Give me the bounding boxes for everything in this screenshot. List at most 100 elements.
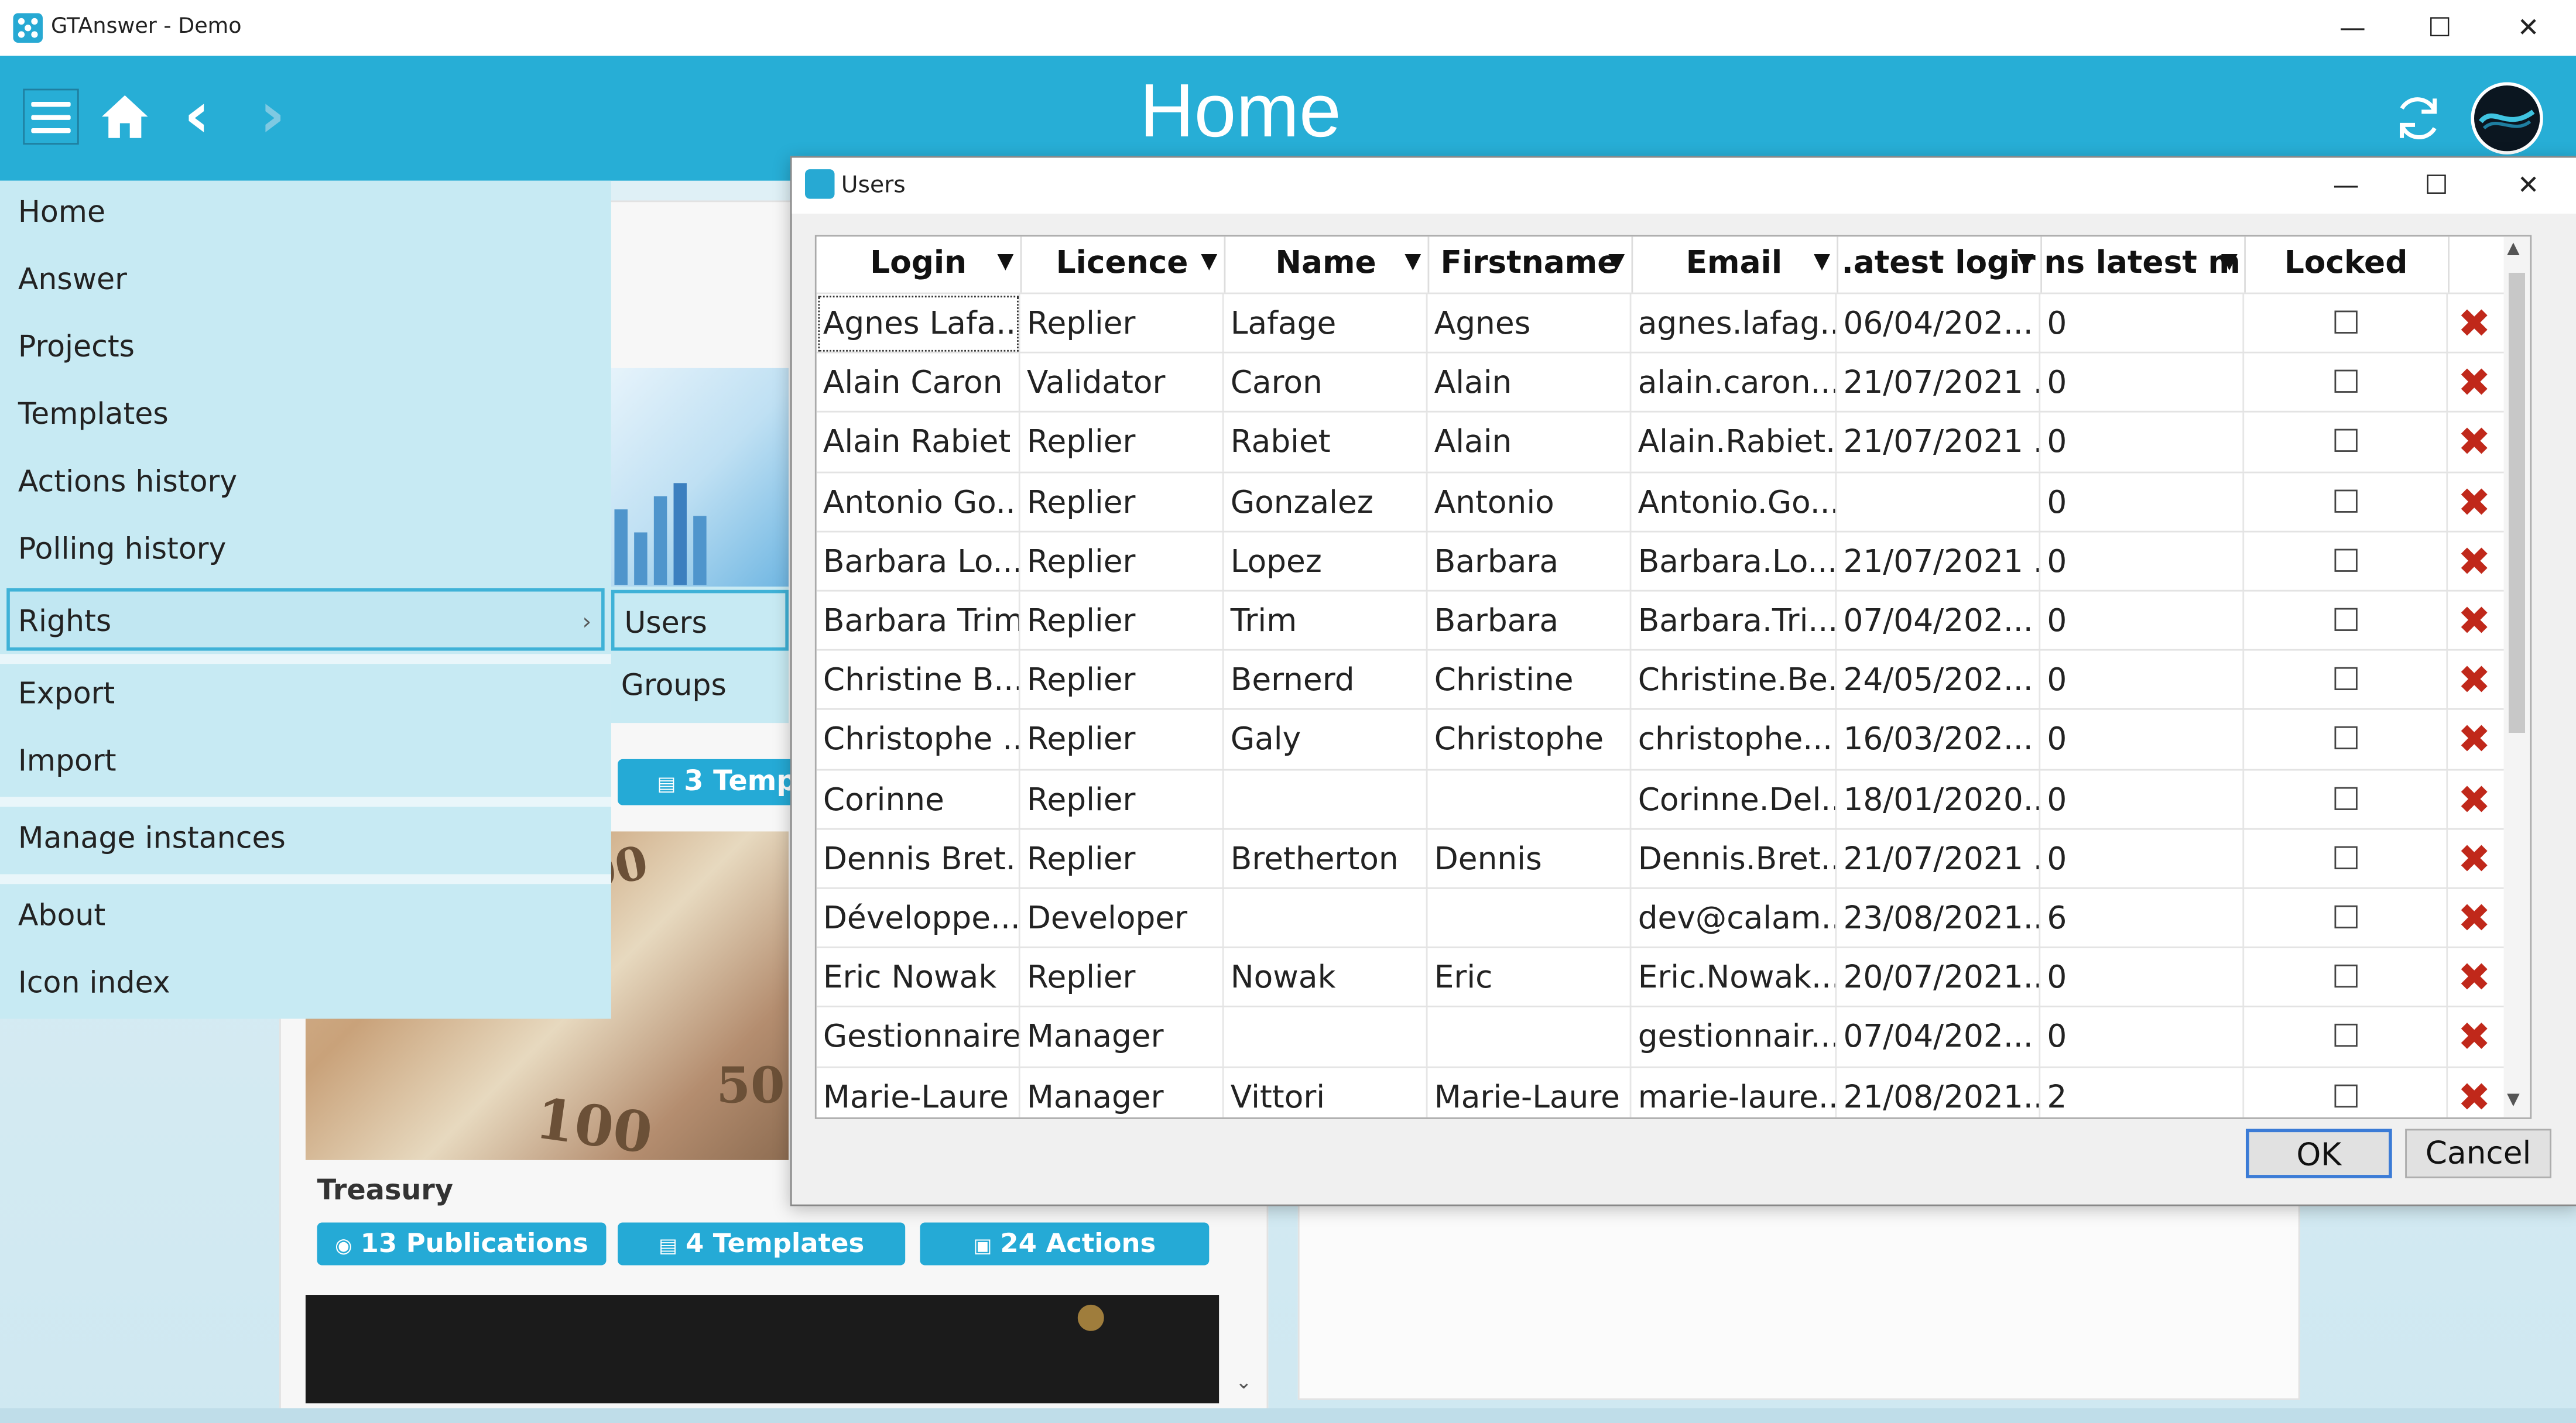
menu-item-answer[interactable]: Answer [0,250,611,313]
locked-checkbox[interactable] [2334,667,2358,691]
delete-user-icon[interactable]: ✖ [2458,1013,2491,1062]
menu-item-actions-history[interactable]: Actions history [0,452,611,515]
delete-user-icon[interactable]: ✖ [2458,1072,2491,1117]
table-row[interactable]: Christine B... Replier Bernerd Christine Chr… [816,649,2506,711]
table-row[interactable]: Barbara Trim Replier Trim Barbara Barbara.Tr… [816,589,2506,651]
minimize-button[interactable]: — [2317,6,2389,49]
refresh-icon[interactable] [2392,92,2445,145]
column-header-latest-login[interactable]: .atest logir ▼ [1837,236,2043,293]
cancel-button[interactable]: Cancel [2405,1129,2551,1178]
delete-user-icon[interactable]: ✖ [2458,478,2491,527]
dialog-maximize-button[interactable]: ☐ [2400,163,2472,209]
menu-item-import[interactable]: Import [0,731,611,794]
menu-item-home[interactable]: Home [0,183,611,245]
table-row[interactable]: Corinne Replier Corinne.Del... 18/01/2020..… [816,768,2506,829]
cell-latest-login: 21/07/2021 ... [1837,532,2041,592]
ok-button[interactable]: OK [2245,1129,2392,1178]
close-button[interactable]: ✕ [2492,6,2564,49]
menu-item-manage-instances[interactable]: Manage instances [0,808,611,871]
delete-user-icon[interactable]: ✖ [2458,954,2491,1003]
delete-user-icon[interactable]: ✖ [2458,834,2491,883]
dialog-close-button[interactable]: ✕ [2492,163,2564,209]
menu-item-rights[interactable]: Rights › [6,588,605,651]
cell-latest-m: 0 [2040,532,2245,592]
table-row[interactable]: Christophe ... Replier Galy Christophe chris… [816,708,2506,770]
publications-pill[interactable]: ◉ 13 Publications [317,1222,607,1266]
filter-dropdown-icon[interactable]: ▼ [2017,236,2034,289]
filter-dropdown-icon[interactable]: ▼ [997,236,1013,289]
table-row[interactable]: Barbara Lo... Replier Lopez Barbara Barbara.… [816,530,2506,592]
column-header-login[interactable]: Login ▼ [817,236,1022,293]
locked-checkbox[interactable] [2334,786,2358,810]
table-row[interactable]: Dennis Bret... Replier Bretherton Dennis Den… [816,828,2506,889]
locked-checkbox[interactable] [2334,965,2358,988]
locked-checkbox[interactable] [2334,846,2358,869]
templates-pill-partial[interactable]: ▤ 3 Temp [618,759,792,805]
menu-item-about[interactable]: About [0,886,611,948]
column-header-licence[interactable]: Licence ▼ [1020,236,1226,293]
actions-pill[interactable]: ▣ 24 Actions [920,1222,1210,1266]
locked-checkbox[interactable] [2334,429,2358,453]
filter-dropdown-icon[interactable]: ▼ [1608,236,1625,289]
menu-toggle-button[interactable] [23,88,79,145]
locked-checkbox[interactable] [2334,1024,2358,1048]
scrollbar-thumb[interactable] [2508,272,2526,733]
locked-checkbox[interactable] [2334,608,2358,631]
delete-user-icon[interactable]: ✖ [2458,715,2491,764]
locked-checkbox[interactable] [2334,905,2358,929]
column-header-firstname[interactable]: Firstname ▼ [1428,236,1633,293]
delete-user-icon[interactable]: ✖ [2458,418,2491,467]
dialog-minimize-button[interactable]: — [2310,163,2382,209]
table-row[interactable]: Alain Rabiet Replier Rabiet Alain Alain.Rabi… [816,411,2506,472]
locked-checkbox[interactable] [2334,1083,2358,1107]
maximize-button[interactable]: ☐ [2403,6,2475,49]
templates-pill[interactable]: ▤ 4 Templates [618,1222,906,1266]
table-row[interactable]: Développe... Developer dev@calam... 23/08/2… [816,887,2506,948]
delete-user-icon[interactable]: ✖ [2458,299,2491,348]
avatar[interactable] [2471,82,2543,155]
delete-user-icon[interactable]: ✖ [2458,775,2491,824]
locked-checkbox[interactable] [2334,310,2358,334]
forward-button[interactable]: › [259,79,285,152]
scroll-up-icon[interactable]: ▲ [2507,240,2520,258]
locked-checkbox[interactable] [2334,370,2358,393]
column-header-locked[interactable]: Locked [2244,236,2450,293]
table-row[interactable]: Eric Nowak Replier Nowak Eric Eric.Nowak... 2… [816,947,2506,1008]
filter-dropdown-icon[interactable]: ▼ [1814,236,1830,289]
filter-dropdown-icon[interactable]: ▼ [1201,236,1217,289]
locked-checkbox[interactable] [2334,489,2358,512]
delete-user-icon[interactable]: ✖ [2458,537,2491,586]
scroll-down-icon[interactable]: ▼ [2507,1091,2520,1109]
filter-dropdown-icon[interactable]: ▼ [1405,236,1421,289]
menu-item-projects[interactable]: Projects [0,317,611,380]
menu-item-polling-history[interactable]: Polling history [0,519,611,582]
home-icon[interactable] [98,92,151,141]
delete-user-icon[interactable]: ✖ [2458,596,2491,646]
submenu-item-groups[interactable]: Groups [611,656,789,716]
table-row[interactable]: Antonio Go... Replier Gonzalez Antonio Anton… [816,471,2506,532]
column-header-latest-m[interactable]: ns latest m ▼ [2040,236,2246,293]
locked-checkbox[interactable] [2334,726,2358,750]
menu-item-export[interactable]: Export [0,664,611,726]
delete-user-icon[interactable]: ✖ [2458,656,2491,705]
table-row[interactable]: Agnes Lafa... Replier Lafage Agnes agnes.laf… [816,292,2506,354]
locked-checkbox[interactable] [2334,548,2358,572]
back-button[interactable]: ‹ [184,79,210,152]
cell-login: Barbara Lo... [817,532,1020,592]
delete-user-icon[interactable]: ✖ [2458,358,2491,407]
cell-firstname: Dennis [1428,829,1632,889]
status-strip [0,1408,2576,1423]
project-image-dark [305,1295,1220,1404]
scroll-down-icon[interactable]: ⌄ [1235,1370,1252,1393]
table-row[interactable]: Alain Caron Validator Caron Alain alain.caro… [816,352,2506,413]
table-row[interactable]: Marie-Laure Manager Vittori Marie-Laure mari… [816,1065,2506,1117]
submenu-item-users[interactable]: Users [611,589,789,651]
menu-item-templates[interactable]: Templates [0,385,611,447]
filter-dropdown-icon[interactable]: ▼ [2221,236,2238,289]
table-row[interactable]: Gestionnaire Manager gestionnair... 07/04/2… [816,1006,2506,1067]
column-header-email[interactable]: Email ▼ [1631,236,1839,293]
table-scrollbar[interactable]: ▲ ▼ [2503,236,2530,1117]
column-header-name[interactable]: Name ▼ [1224,236,1430,293]
menu-item-icon-index[interactable]: Icon index [0,953,611,1016]
delete-user-icon[interactable]: ✖ [2458,894,2491,943]
